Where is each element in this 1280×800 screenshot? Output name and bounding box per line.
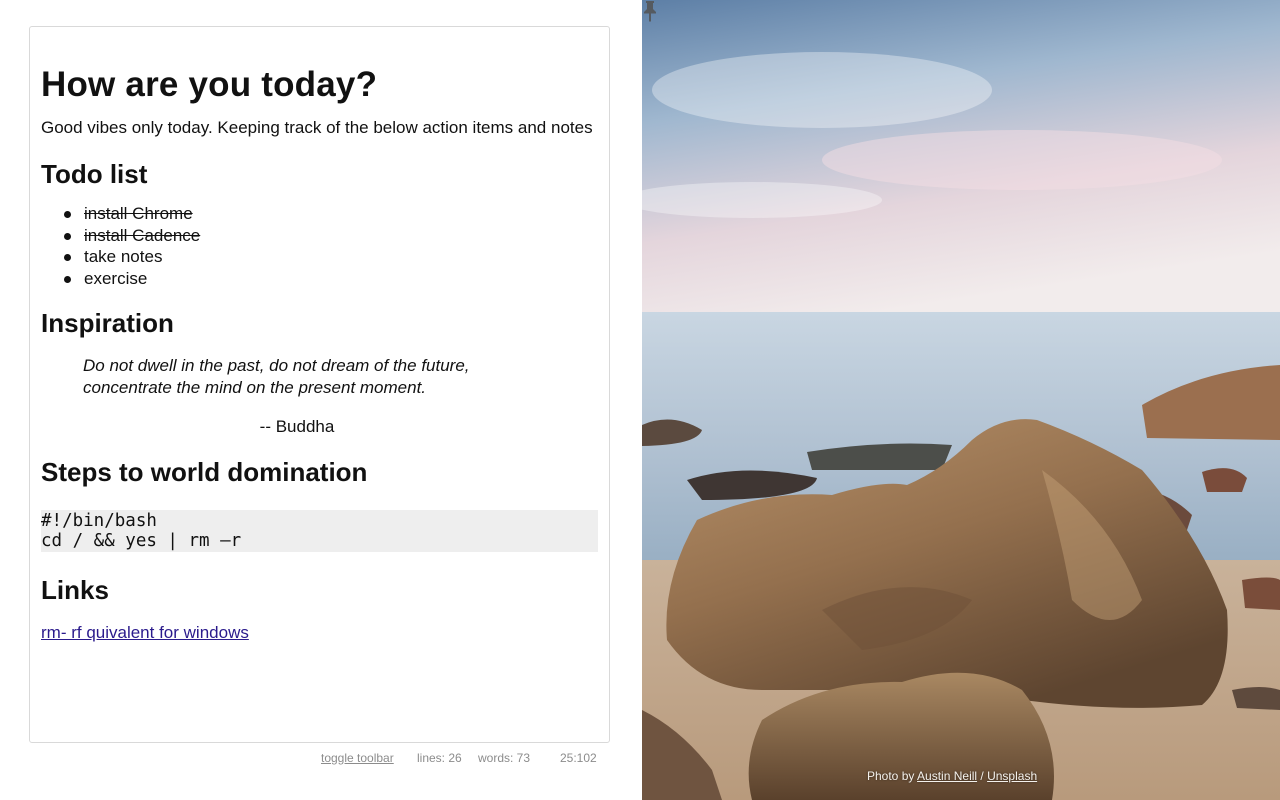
credit-separator: /: [977, 769, 988, 783]
toggle-toolbar-link[interactable]: toggle toolbar: [321, 751, 394, 765]
todo-item-text: install Cadence: [84, 225, 201, 245]
beach-rocks-photo: [642, 0, 1280, 800]
links-heading: Links: [41, 575, 109, 606]
todo-item-text: exercise: [84, 268, 148, 288]
line-count: lines: 26: [417, 751, 462, 765]
todo-item-text: install Chrome: [84, 204, 193, 223]
photographer-link[interactable]: Austin Neill: [917, 769, 977, 783]
todo-list: install Chrome install Cadence take note…: [41, 203, 598, 289]
bullet-icon: [64, 211, 71, 218]
pin-icon[interactable]: [642, 0, 658, 22]
inspiration-heading: Inspiration: [41, 308, 174, 339]
bullet-icon: [64, 254, 71, 262]
intro-paragraph: Good vibes only today. Keeping track of …: [41, 118, 593, 137]
list-item: take notes: [63, 246, 598, 268]
list-item: exercise: [63, 268, 598, 290]
editor-pane: How are you today? Good vibes only today…: [0, 0, 642, 800]
code-line: #!/bin/bash: [41, 511, 157, 532]
code-line: cd / && yes | rm –r: [41, 531, 242, 552]
quote-line: Do not dwell in the past, do not dream o…: [83, 356, 470, 376]
unsplash-link[interactable]: Unsplash: [987, 769, 1037, 783]
blockquote: Do not dwell in the past, do not dream o…: [41, 355, 561, 399]
list-item: install Cadence: [63, 225, 598, 247]
windows-rm-link[interactable]: rm- rf quivalent for windows: [41, 622, 249, 644]
background-photo: Photo by Austin Neill / Unsplash: [642, 0, 1280, 800]
photo-credit: Photo by Austin Neill / Unsplash: [867, 769, 1037, 783]
quote-author: -- Buddha: [259, 417, 335, 437]
bullet-icon: [64, 275, 71, 283]
list-item: install Chrome: [63, 203, 598, 225]
todo-item-text: take notes: [84, 247, 163, 267]
todo-heading: Todo list: [41, 159, 148, 189]
bullet-icon: [64, 232, 71, 240]
markdown-editor[interactable]: How are you today? Good vibes only today…: [29, 26, 610, 743]
steps-heading: Steps to world domination: [41, 457, 368, 488]
code-block: #!/bin/bash cd / && yes | rm –r: [41, 510, 598, 553]
word-count: words: 73: [478, 751, 531, 765]
status-bar: toggle toolbar lines: 26 words: 73 25:10…: [0, 751, 642, 767]
credit-prefix: Photo by: [867, 769, 918, 783]
quote-line: concentrate the mind on the present mome…: [83, 378, 427, 398]
cursor-position: 25:102: [560, 751, 597, 765]
page-title: How are you today?: [41, 65, 378, 104]
